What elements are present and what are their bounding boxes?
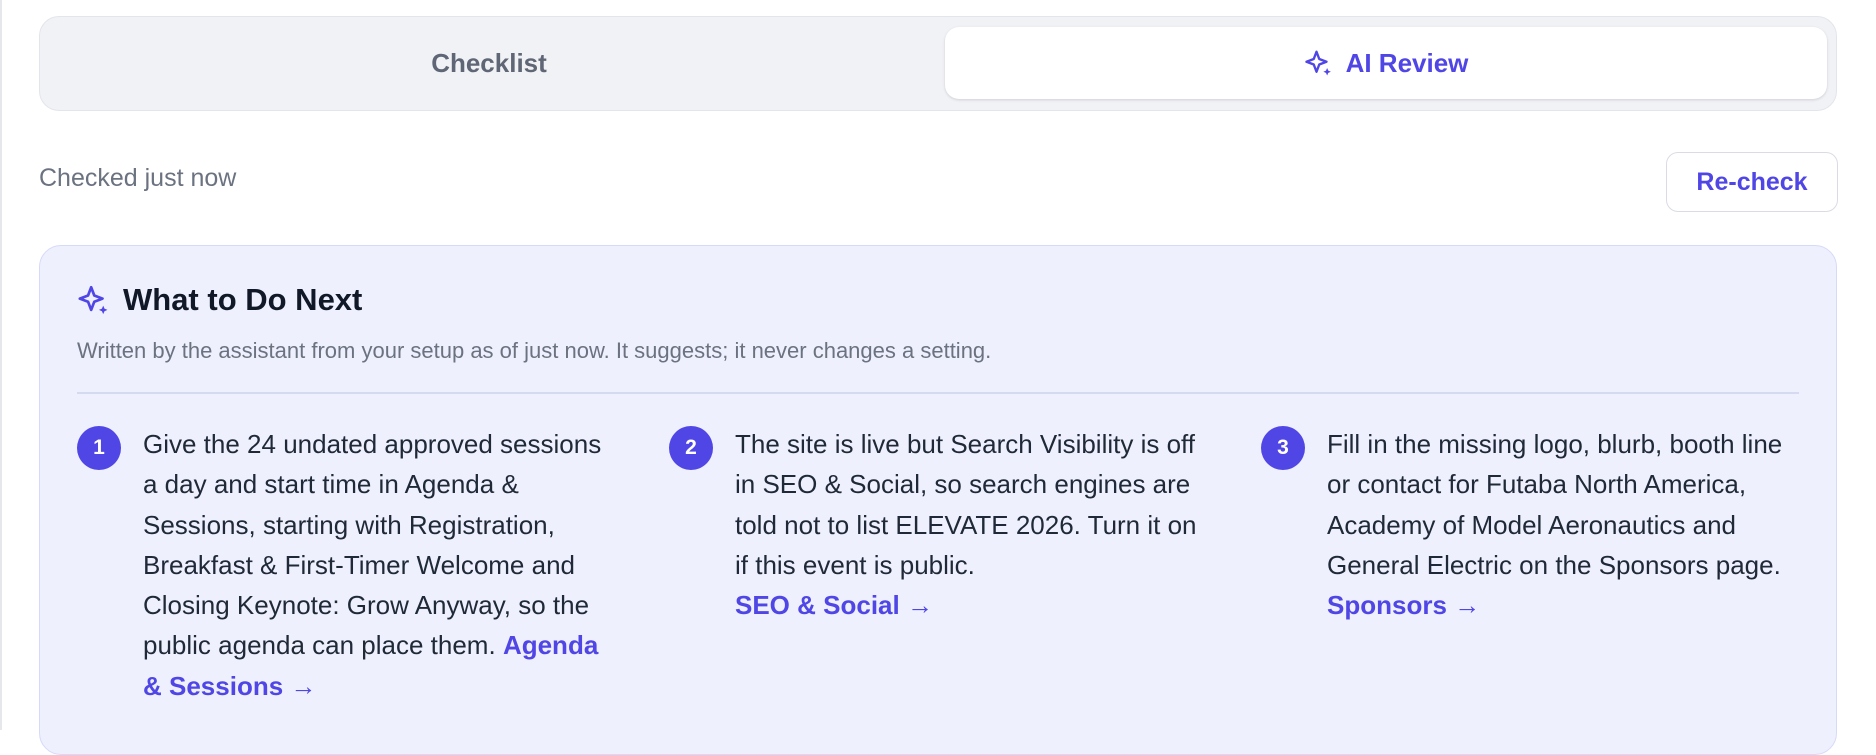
seo-social-link[interactable]: SEO & Social → [735, 590, 933, 620]
card-subtitle: Written by the assistant from your setup… [77, 338, 992, 363]
suggestion-description: Give the 24 undated approved sessions a … [143, 429, 602, 661]
tab-ai-review[interactable]: AI Review [945, 27, 1827, 99]
tab-checklist[interactable]: Checklist [50, 27, 928, 99]
review-mode-tabs: Checklist AI Review [39, 16, 1837, 111]
card-title: What to Do Next [123, 282, 363, 317]
tab-ai-review-label: AI Review [1345, 47, 1469, 78]
tab-checklist-label: Checklist [431, 47, 547, 78]
suggestion-number-badge: 1 [77, 426, 121, 470]
suggestion-text: The site is live but Search Visibility i… [735, 424, 1209, 625]
card-divider [77, 392, 1799, 394]
suggestion-description: The site is live but Search Visibility i… [735, 429, 1197, 580]
suggestion-number-badge: 2 [669, 426, 713, 470]
sparkle-icon [1304, 50, 1331, 76]
what-to-do-next-card: What to Do Next Written by the assistant… [39, 245, 1837, 755]
card-header: What to Do Next [77, 282, 362, 318]
suggestion-description: Fill in the missing logo, blurb, booth l… [1327, 429, 1783, 580]
suggestion-number-badge: 3 [1261, 426, 1305, 470]
left-border [0, 0, 2, 730]
sparkle-icon [78, 285, 108, 315]
recheck-button[interactable]: Re-check [1666, 152, 1838, 212]
suggestion-text: Fill in the missing logo, blurb, booth l… [1327, 424, 1801, 625]
last-checked-status: Checked just now [39, 164, 237, 192]
suggestion-text: Give the 24 undated approved sessions a … [143, 424, 617, 706]
sponsors-link[interactable]: Sponsors → [1327, 590, 1480, 620]
